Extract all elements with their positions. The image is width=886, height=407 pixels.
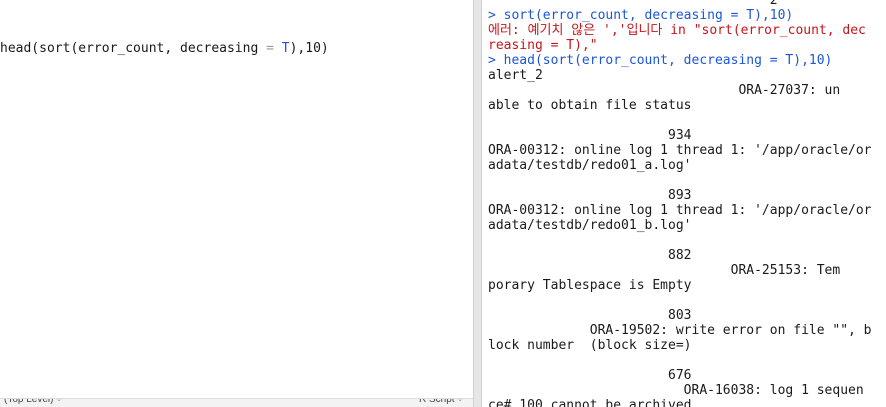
console-output-line: porary Tablespace is Empty	[488, 278, 692, 293]
console-command-line: > head(sort(error_count, decreasing = T)…	[488, 53, 833, 68]
console-output-line: ORA-27037: un	[488, 83, 841, 98]
code-constant: T	[281, 41, 290, 56]
file-type-selector[interactable]: R Script ÷	[419, 399, 463, 406]
console-command-line: > sort(error_count, decreasing = T),10)	[488, 8, 794, 23]
console-pane[interactable]: 2 > sort(error_count, decreasing = T),10)…	[482, 0, 886, 407]
console-output-line: ORA-25153: Tem	[488, 263, 841, 278]
console-output-line: 934	[488, 128, 692, 143]
pane-splitter[interactable]	[473, 0, 482, 407]
console-error-line: 에러: 예기치 않은 ','입니다 in "sort(error_count, …	[488, 23, 866, 38]
console-output-line: ORA-19502: write error on file "", b	[488, 323, 872, 338]
console-output-line: ​	[488, 233, 886, 248]
console-output-line: 893	[488, 188, 692, 203]
source-editor[interactable]: head(sort(error_count, decreasing = T),1…	[0, 0, 473, 407]
console-output-line: 2	[488, 0, 778, 8]
console-output-line: adata/testdb/redo01_a.log'	[488, 158, 692, 173]
console-output-line: ce# 100 cannot be archived	[488, 398, 692, 407]
console-output-line: ​	[488, 173, 886, 188]
console-output-line: adata/testdb/redo01_b.log'	[488, 218, 692, 233]
console-output-line: alert_2	[488, 68, 543, 83]
console-output-line: lock number (block size=)	[488, 338, 692, 353]
console-output-line: ORA-00312: online log 1 thread 1: '/app/…	[488, 143, 872, 158]
console-output-line: ​	[488, 293, 886, 308]
console-output-line: 676	[488, 368, 692, 383]
console-error-line: reasing = T),"	[488, 38, 598, 53]
console-output-line: 803	[488, 308, 692, 323]
console-output-line: able to obtain file status	[488, 98, 692, 113]
scope-selector[interactable]: (Top Level) ÷	[4, 399, 62, 406]
editor-status-bar: (Top Level) ÷ R Script ÷	[0, 398, 473, 407]
code-function-text: head(sort(error_count, decreasing	[0, 41, 267, 56]
code-line-end: ),10)	[289, 41, 329, 56]
console-output-line: ​	[488, 353, 886, 368]
console-output-line: ORA-16038: log 1 sequen	[488, 383, 864, 398]
editor-code-line[interactable]: head(sort(error_count, decreasing = T),1…	[0, 40, 329, 58]
code-operator: =	[266, 41, 274, 56]
console-output: 2 > sort(error_count, decreasing = T),10)…	[488, 0, 886, 407]
console-output-line: ​	[488, 113, 886, 128]
console-output-line: 882	[488, 248, 692, 263]
console-output-line: ORA-00312: online log 1 thread 1: '/app/…	[488, 203, 872, 218]
